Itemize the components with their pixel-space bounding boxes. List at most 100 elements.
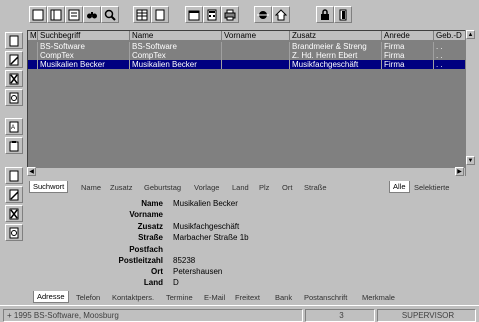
page-first-icon[interactable] <box>29 6 47 23</box>
left-toolbar: A <box>0 30 26 302</box>
search-magnifier-icon[interactable] <box>101 6 119 23</box>
column-header-name[interactable]: Name <box>130 31 222 41</box>
tab-plz[interactable]: Plz <box>256 182 272 193</box>
label-name: Name <box>141 199 163 208</box>
cell-name: CompTex <box>130 51 222 60</box>
value-ort[interactable]: Petershausen <box>173 267 222 276</box>
search-detail-icon[interactable] <box>5 224 23 241</box>
tab-postanschrift[interactable]: Postanschrift <box>301 292 350 303</box>
table-row-selected[interactable]: Musikalien Becker Musikalien Becker Musi… <box>28 60 472 69</box>
tab-ort[interactable]: Ort <box>279 182 295 193</box>
blank-page-icon[interactable] <box>151 6 169 23</box>
label-land: Land <box>143 278 163 287</box>
address-grid: M Suchbegriff Name Vorname Zusatz Anrede… <box>27 30 473 176</box>
cell-zusatz: Musikfachgeschäft <box>290 60 382 69</box>
delete-record-icon[interactable] <box>5 70 23 87</box>
cell-anrede: Firma <box>382 60 434 69</box>
value-zusatz[interactable]: Musikfachgeschäft <box>173 222 239 231</box>
network-icon[interactable] <box>254 6 272 23</box>
status-user: SUPERVISOR <box>377 309 476 322</box>
value-postleitzahl[interactable]: 85238 <box>173 256 195 265</box>
tab-name[interactable]: Name <box>78 182 104 193</box>
print-icon[interactable] <box>221 6 239 23</box>
detail-tabs: Adresse Telefon Kontaktpers. Termine E-M… <box>33 291 453 304</box>
column-header-suchbegriff[interactable]: Suchbegriff <box>38 31 130 41</box>
sort-tabs: Suchwort Name Zusatz Geburtstag Vorlage … <box>29 181 389 194</box>
search-record-icon[interactable] <box>5 89 23 106</box>
column-header-anrede[interactable]: Anrede <box>382 31 434 41</box>
cell-vorname <box>222 42 290 51</box>
tab-freitext[interactable]: Freitext <box>232 292 263 303</box>
edit-detail-icon[interactable] <box>5 186 23 203</box>
tab-vorlage[interactable]: Vorlage <box>191 182 222 193</box>
tab-merkmale[interactable]: Merkmale <box>359 292 398 303</box>
tab-land[interactable]: Land <box>229 182 252 193</box>
calculator-icon[interactable] <box>203 6 221 23</box>
column-header-zusatz[interactable]: Zusatz <box>290 31 382 41</box>
label-zusatz: Zusatz <box>137 222 163 231</box>
door-exit-icon[interactable] <box>334 6 352 23</box>
scroll-right-arrow-icon[interactable]: ▶ <box>455 167 464 176</box>
tab-alle[interactable]: Alle <box>389 181 410 193</box>
svg-text:A: A <box>11 125 15 131</box>
tab-termine[interactable]: Termine <box>163 292 196 303</box>
calendar-icon[interactable] <box>185 6 203 23</box>
value-name[interactable]: Musikalien Becker <box>173 199 238 208</box>
binoculars-icon[interactable] <box>83 6 101 23</box>
status-bar: + 1995 BS-Software, Moosburg 3 SUPERVISO… <box>0 305 479 322</box>
label-postleitzahl: Postleitzahl <box>118 256 163 265</box>
label-ort: Ort <box>151 267 163 276</box>
tab-strasse[interactable]: Straße <box>301 182 330 193</box>
tab-telefon[interactable]: Telefon <box>73 292 103 303</box>
tab-email[interactable]: E-Mail <box>201 292 228 303</box>
table-row[interactable]: CompTex CompTex Z. Hd. Herrn Ebert Firma… <box>28 51 472 60</box>
table-row[interactable]: BS-Software BS-Software Brandmeier & Str… <box>28 42 472 51</box>
delete-detail-icon[interactable] <box>5 205 23 222</box>
cell-vorname <box>222 60 290 69</box>
cell-m <box>28 42 38 51</box>
scroll-up-arrow-icon[interactable]: ▲ <box>466 30 475 39</box>
scroll-down-arrow-icon[interactable]: ▼ <box>466 156 475 165</box>
tab-kontaktpers[interactable]: Kontaktpers. <box>109 292 157 303</box>
cell-zusatz: Brandmeier & Streng <box>290 42 382 51</box>
cell-m <box>28 60 38 69</box>
filter-tabs: Alle Selektierte <box>389 181 469 194</box>
tab-zusatz[interactable]: Zusatz <box>107 182 136 193</box>
table-icon[interactable] <box>133 6 151 23</box>
column-header-vorname[interactable]: Vorname <box>222 31 290 41</box>
address-detail: Name Musikalien Becker Vorname Zusatz Mu… <box>27 195 473 290</box>
main-toolbar <box>0 0 479 30</box>
tab-selektierte[interactable]: Selektierte <box>411 182 452 193</box>
lock-icon[interactable] <box>316 6 334 23</box>
column-header-m[interactable]: M <box>28 31 38 41</box>
home-icon[interactable] <box>272 6 290 23</box>
value-land[interactable]: D <box>173 278 179 287</box>
cell-suchbegriff: CompTex <box>38 51 130 60</box>
sort-az-icon[interactable]: A <box>5 118 23 135</box>
scroll-left-arrow-icon[interactable]: ◀ <box>27 167 36 176</box>
cell-name: Musikalien Becker <box>130 60 222 69</box>
tab-suchwort[interactable]: Suchwort <box>29 181 69 193</box>
status-record-count: 3 <box>305 309 375 322</box>
status-copyright: + 1995 BS-Software, Moosburg <box>3 309 303 322</box>
page-detail-icon[interactable] <box>65 6 83 23</box>
label-vorname: Vorname <box>129 210 163 219</box>
label-strasse: Straße <box>138 233 163 242</box>
label-postfach: Postfach <box>129 245 163 254</box>
tab-geburtstag[interactable]: Geburtstag <box>141 182 184 193</box>
clipboard-icon[interactable] <box>5 137 23 154</box>
value-strasse[interactable]: Marbacher Straße 1b <box>173 233 249 242</box>
new-record-icon[interactable] <box>5 32 23 49</box>
edit-record-icon[interactable] <box>5 51 23 68</box>
new-detail-icon[interactable] <box>5 167 23 184</box>
tab-bank[interactable]: Bank <box>272 292 295 303</box>
vertical-scrollbar[interactable]: ▲ ▼ <box>465 30 475 176</box>
grid-header: M Suchbegriff Name Vorname Zusatz Anrede… <box>28 31 472 41</box>
tab-adresse[interactable]: Adresse <box>33 291 69 303</box>
cell-zusatz: Z. Hd. Herrn Ebert <box>290 51 382 60</box>
page-list-icon[interactable] <box>47 6 65 23</box>
horizontal-scrollbar[interactable]: ◀ ▶ <box>27 167 465 176</box>
cell-anrede: Firma <box>382 51 434 60</box>
cell-anrede: Firma <box>382 42 434 51</box>
cell-m <box>28 51 38 60</box>
